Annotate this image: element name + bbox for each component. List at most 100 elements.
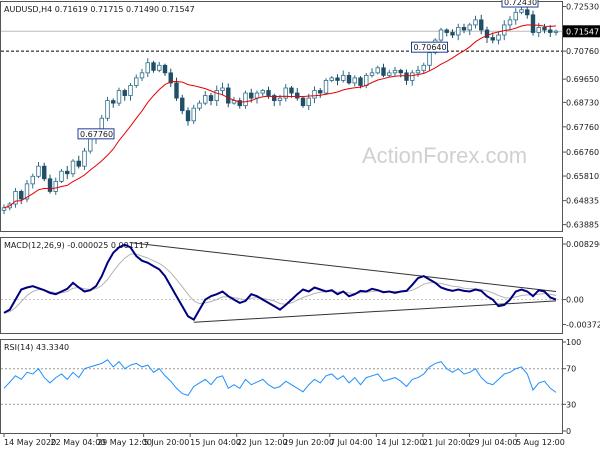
- candle-body: [398, 69, 403, 74]
- candle-body: [145, 62, 150, 74]
- candle-body: [47, 178, 53, 192]
- candle-body: [375, 67, 380, 74]
- chart-canvas: ActionForex.com AUDUSD,H4 0.71619 0.7171…: [0, 0, 600, 447]
- price-y-tick-label: 0.69650: [566, 75, 599, 84]
- price-panel-title: AUDUSD,H4 0.71619 0.71715 0.71490 0.7154…: [4, 5, 195, 14]
- x-tick-label: 21 Jul 20:00: [423, 438, 471, 447]
- candle-body: [490, 37, 495, 41]
- price-y-tick-label: 0.67760: [566, 123, 599, 132]
- macd-layer: [1, 242, 562, 323]
- x-tick-label: 14 Jul 12:00: [376, 438, 424, 447]
- rsi-panel-title: RSI(14) 43.3340: [4, 343, 69, 352]
- candle-body: [185, 110, 191, 122]
- candle-body: [260, 90, 265, 94]
- candle-body: [306, 97, 311, 107]
- candle-body: [70, 160, 76, 175]
- candle-body: [30, 175, 35, 185]
- price-y-tick-label: 0.64835: [566, 197, 599, 206]
- price-y-tick-label: 0.63885: [566, 221, 599, 230]
- price-y-tick-label: 0.66760: [566, 148, 599, 157]
- candle-body: [496, 34, 501, 41]
- candle-body: [76, 160, 81, 167]
- price-y-tick-label: 0.65810: [566, 172, 599, 181]
- candle-body: [410, 72, 415, 81]
- candle-body: [157, 64, 162, 71]
- candle-body: [53, 180, 58, 192]
- level-line-label: 0.70760: [566, 47, 599, 56]
- candle-body: [105, 100, 110, 119]
- candle-body: [530, 14, 536, 33]
- x-tick-label: 5 Aug 12:00: [516, 438, 565, 447]
- candle-body: [174, 82, 179, 99]
- candle-body: [341, 74, 346, 81]
- candle-body: [249, 92, 254, 99]
- rsi-line: [3, 359, 557, 396]
- x-tick-label: 22 Jun 12:00: [237, 438, 288, 447]
- candle-body: [525, 9, 530, 16]
- candle-body: [346, 74, 352, 84]
- price-panel-frame: [0, 1, 563, 232]
- candle-body: [318, 90, 323, 94]
- candle-body: [323, 80, 329, 94]
- candle-body: [364, 74, 369, 86]
- candle-body: [553, 30, 559, 33]
- candle-body: [180, 97, 185, 112]
- candle-body: [519, 9, 524, 13]
- rsi-y-tick-label: 30: [566, 400, 576, 409]
- candle-body: [59, 170, 64, 182]
- candle-body: [387, 72, 392, 76]
- candle-body: [507, 19, 513, 26]
- x-tick-label: 5 Jun 20:00: [144, 438, 190, 447]
- candle-body: [128, 85, 133, 96]
- candle-body: [461, 27, 467, 31]
- price-annotation-label: 0.67760: [80, 130, 113, 139]
- rsi-y-tick-label: 70: [566, 365, 576, 374]
- candle-body: [214, 90, 219, 102]
- candle-body: [19, 191, 24, 200]
- candle-body: [197, 102, 202, 109]
- candle-body: [295, 92, 300, 99]
- candle-body: [438, 29, 444, 41]
- x-tick-label: 29 Jul 04:00: [469, 438, 517, 447]
- candle-body: [116, 90, 122, 104]
- price-annotation-label: 0.70640: [414, 43, 447, 52]
- candle-body: [358, 77, 363, 86]
- candle-body: [82, 150, 87, 167]
- candle-body: [289, 87, 294, 94]
- price-annotation-label: 0.72430: [504, 0, 537, 7]
- candle-body: [456, 27, 461, 36]
- macd-y-tick-label: 0.008296: [566, 240, 600, 249]
- candle-body: [151, 62, 156, 71]
- candle-body: [352, 77, 357, 84]
- candle-body: [226, 87, 231, 104]
- rsi-layer: [1, 359, 562, 405]
- candle-body: [473, 19, 478, 26]
- candle-body: [542, 27, 547, 31]
- candle-body: [369, 72, 375, 76]
- macd-y-tick-label: -0.003725: [566, 320, 600, 329]
- candle-body: [42, 165, 47, 180]
- rsi-y-tick-label: 100: [566, 338, 581, 347]
- candle-body: [421, 64, 426, 71]
- price-y-tick-label: 0.72530: [566, 3, 599, 12]
- candle-body: [277, 97, 283, 102]
- candle-body: [335, 77, 340, 81]
- candle-body: [65, 170, 70, 175]
- axis-layer: 0.72530 0.69650 0.68730 0.67760 0.66760 0.658…: [3, 3, 600, 447]
- candle-body: [254, 92, 260, 99]
- candle-body: [479, 19, 484, 31]
- candle-body: [88, 138, 93, 152]
- candle-body: [312, 90, 317, 99]
- candle-body: [548, 29, 553, 33]
- candle-body: [329, 77, 334, 81]
- candle-body: [208, 95, 214, 102]
- moving-average-line: [3, 24, 557, 209]
- candle-body: [381, 67, 386, 76]
- candle-body: [111, 100, 116, 104]
- candle-body: [139, 72, 145, 79]
- candle-body: [162, 64, 168, 74]
- candle-body: [536, 27, 541, 33]
- candle-body: [415, 69, 421, 74]
- candle-body: [467, 24, 472, 31]
- macd-panel-frame: [0, 237, 563, 334]
